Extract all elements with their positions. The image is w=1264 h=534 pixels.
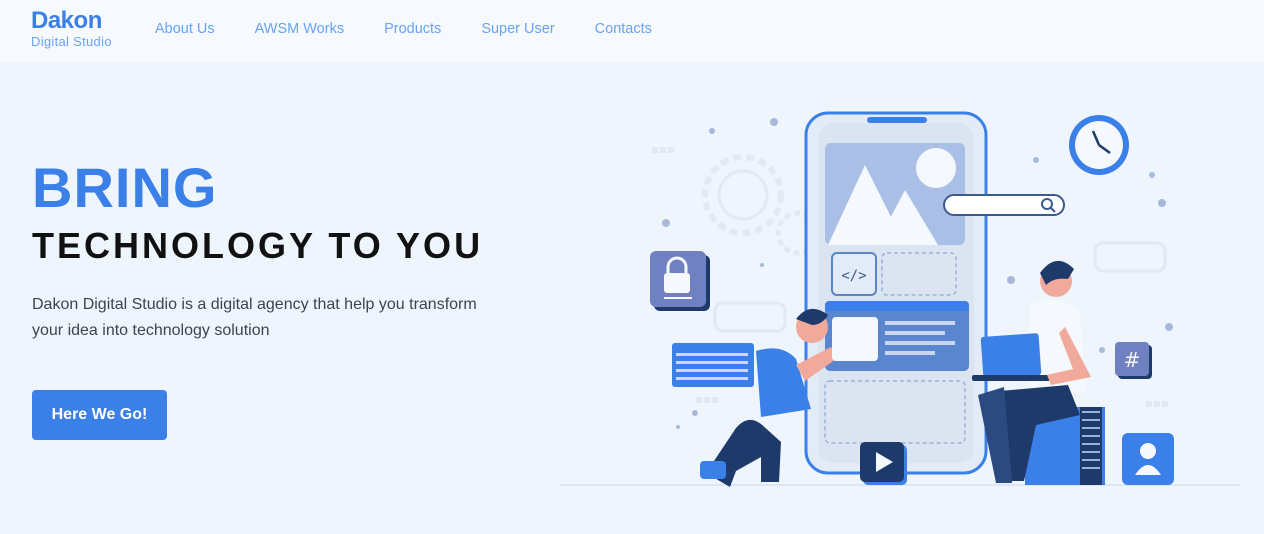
hero-subheadline: TECHNOLOGY TO YOU — [32, 225, 484, 266]
main-nav: About Us AWSM Works Products Super User … — [155, 20, 692, 38]
hero-description: Dakon Digital Studio is a digital agency… — [32, 296, 477, 339]
navbar: Dakon Digital Studio About Us AWSM Works… — [0, 0, 1264, 62]
hero-headline: BRING — [32, 156, 218, 219]
hero-illustration: </> # — [560, 111, 1240, 487]
here-we-go-button[interactable]: Here We Go! — [32, 390, 167, 440]
nav-contacts[interactable]: Contacts — [595, 20, 652, 38]
brand-logo[interactable]: Dakon Digital Studio — [31, 8, 112, 49]
nav-about-us[interactable]: About Us — [155, 20, 215, 38]
brand-name: Dakon — [31, 7, 102, 34]
nav-products[interactable]: Products — [384, 20, 441, 38]
brand-tagline: Digital Studio — [31, 34, 112, 49]
nav-awsm-works[interactable]: AWSM Works — [255, 20, 344, 38]
svg-text:</>: </> — [841, 268, 866, 284]
svg-text:#: # — [1124, 348, 1141, 372]
nav-super-user[interactable]: Super User — [481, 20, 554, 38]
